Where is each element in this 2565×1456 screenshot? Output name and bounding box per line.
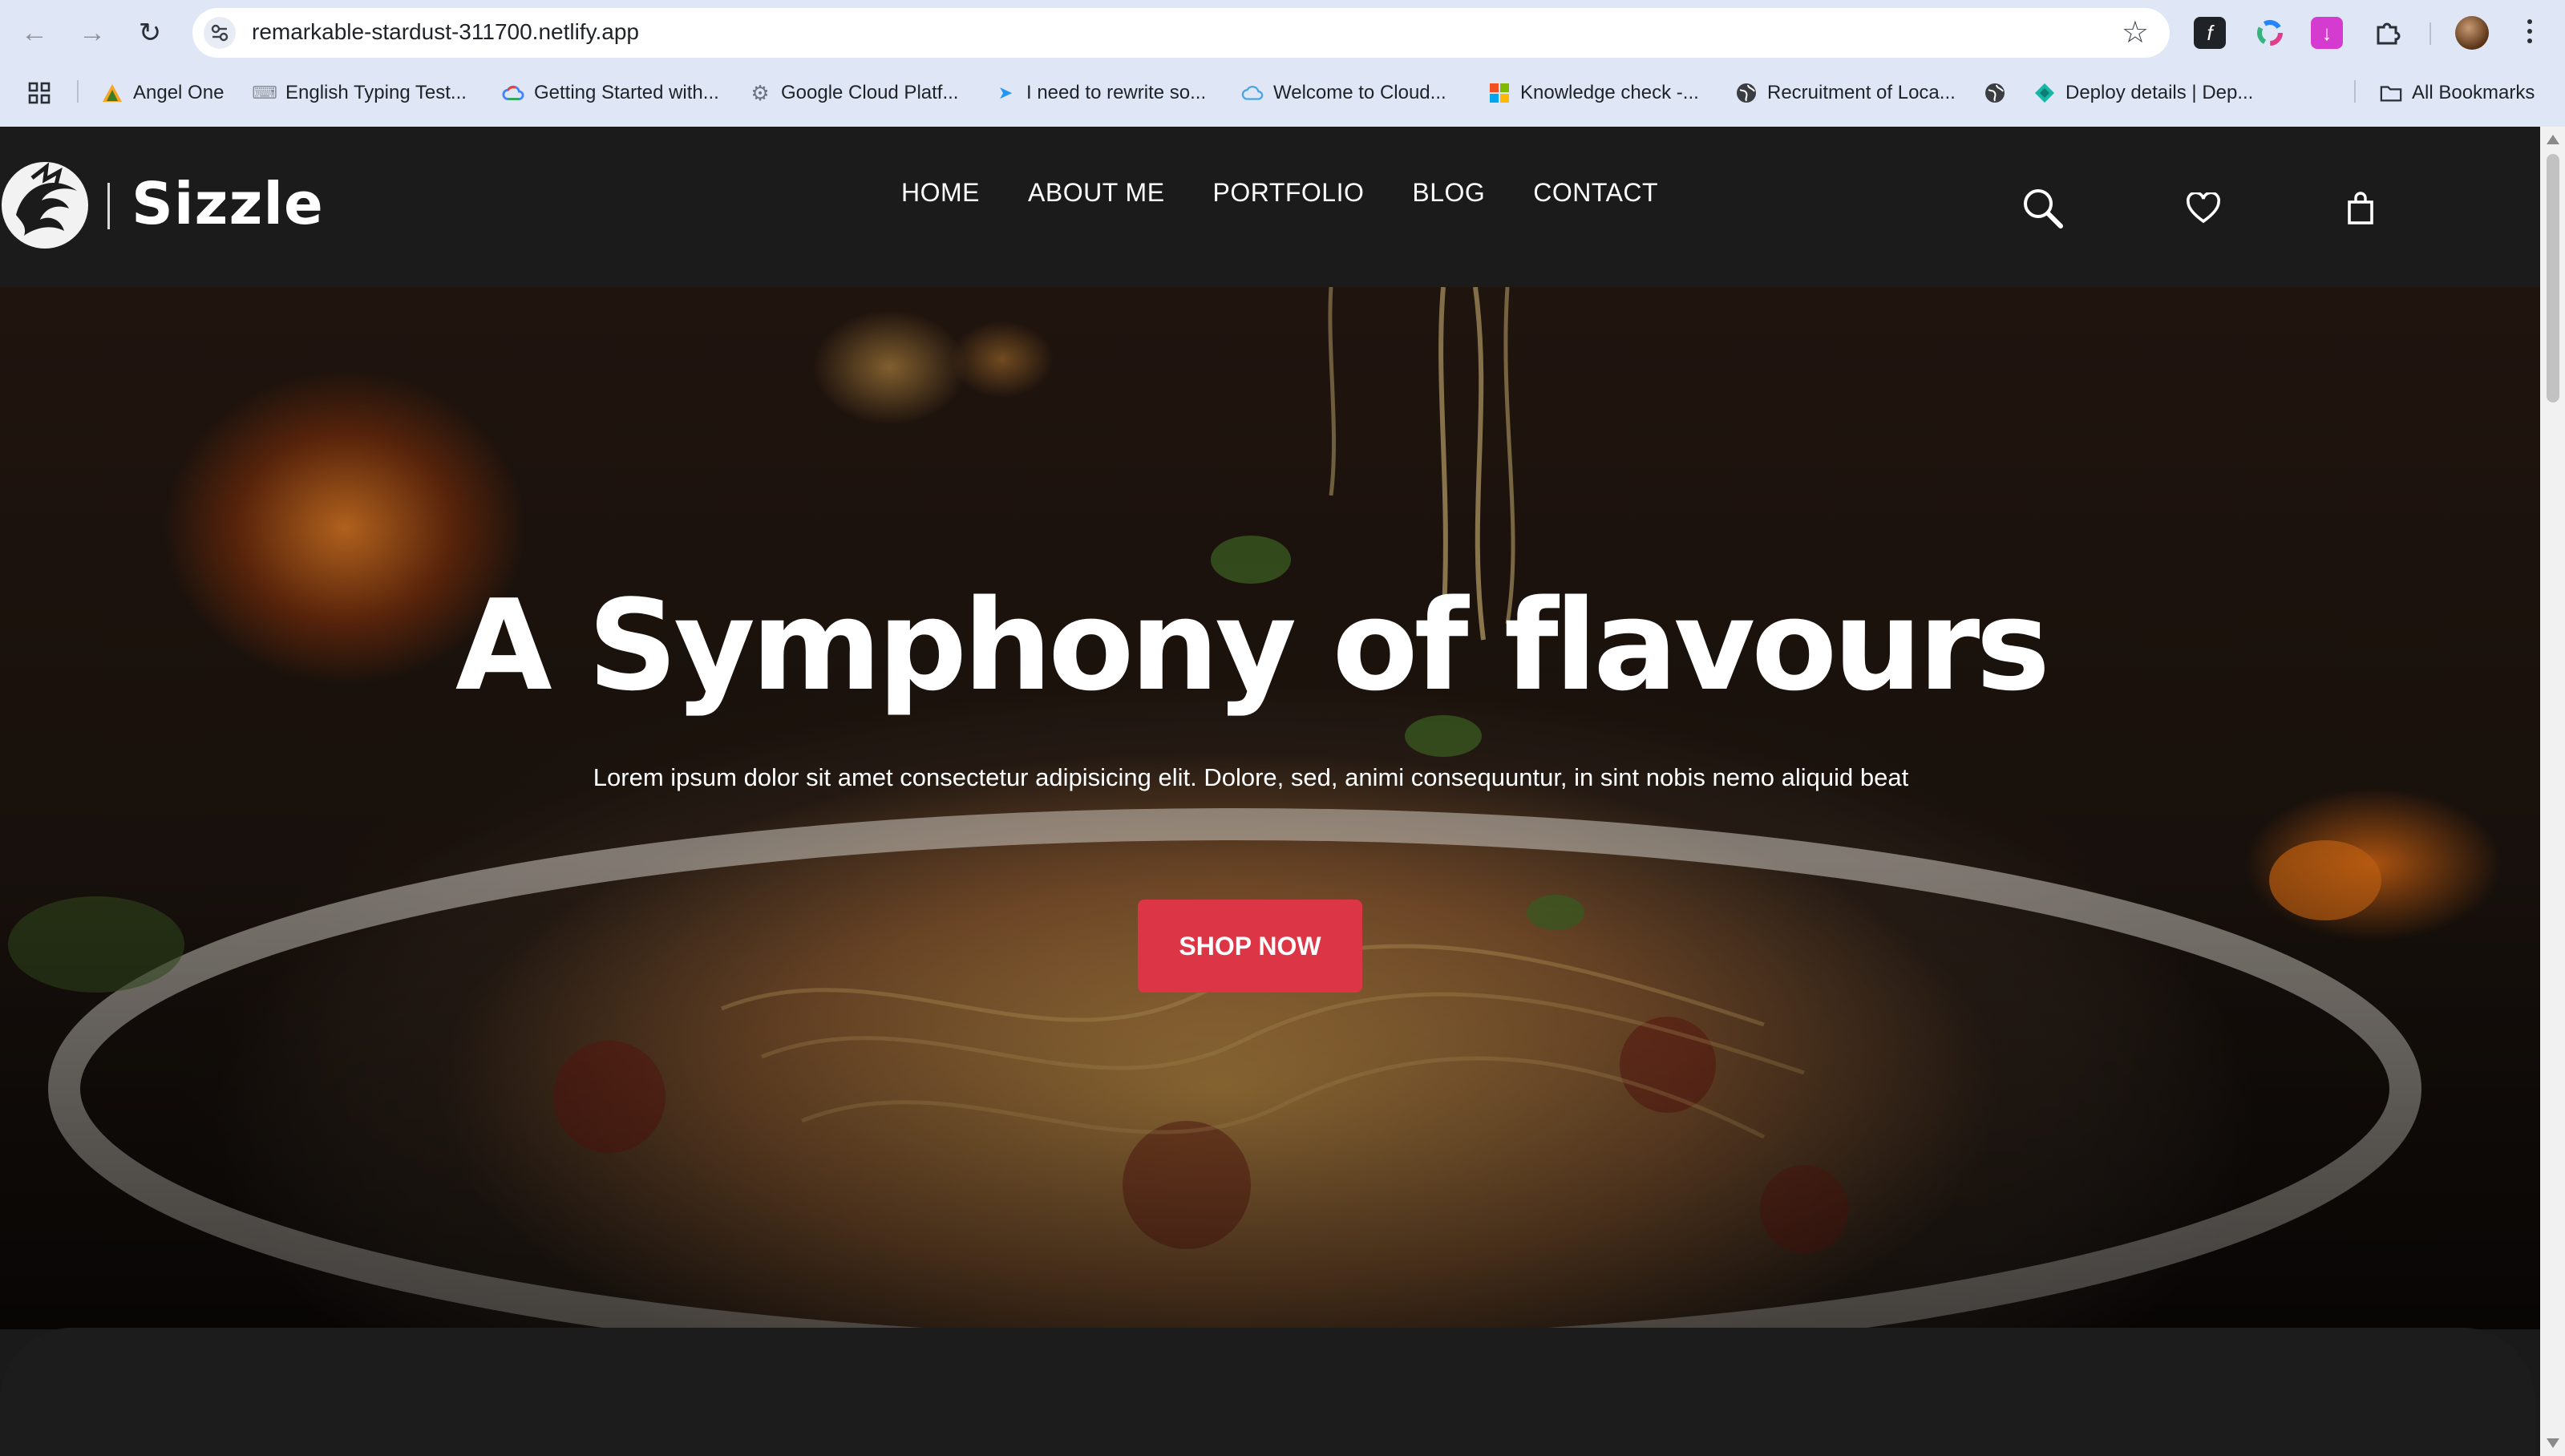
back-button[interactable]: ←: [14, 13, 55, 53]
bookmark-item[interactable]: [1984, 79, 2016, 107]
scroll-thumb[interactable]: [2547, 154, 2559, 402]
url-text[interactable]: remarkable-stardust-311700.netlify.app: [252, 19, 639, 45]
bookmark-item[interactable]: Welcome to Cloud...: [1241, 79, 1446, 107]
bookmark-item[interactable]: Knowledge check -...: [1488, 79, 1699, 107]
hero-overlay: [0, 287, 2540, 1329]
page-scrollbar[interactable]: [2540, 127, 2565, 1456]
shopping-bag-icon[interactable]: [2336, 184, 2385, 233]
font-extension-icon[interactable]: f: [2194, 17, 2226, 49]
bookmark-item[interactable]: Recruitment of Loca...: [1735, 79, 1956, 107]
rewrite-icon: ➤: [997, 83, 1013, 103]
bookmarks-bar: Angel One ⌨ English Typing Test... Getti…: [0, 71, 2565, 115]
cloud-platform-icon: ⚙: [750, 80, 770, 105]
nav-home[interactable]: HOME: [901, 178, 980, 208]
bookmark-item[interactable]: ➤ I need to rewrite so...: [994, 79, 1206, 107]
browser-toolbar: ← → ↻ remarkable-stardust-311700.netlify…: [0, 0, 2565, 66]
browser-menu-icon[interactable]: [2518, 11, 2542, 51]
bookmarks-divider: [2354, 80, 2356, 103]
browser-chrome: ← → ↻ remarkable-stardust-311700.netlify…: [0, 0, 2565, 127]
apps-grid-icon[interactable]: [27, 79, 51, 107]
hero-section: A Symphony of flavours Lorem ipsum dolor…: [0, 287, 2540, 1329]
site-info-icon[interactable]: [204, 17, 236, 49]
reload-icon: ↻: [138, 18, 162, 48]
bookmark-item[interactable]: Deploy details | Dep...: [2033, 79, 2253, 107]
nav-blog[interactable]: BLOG: [1412, 178, 1485, 208]
web-page: Sizzle HOME ABOUT ME PORTFOLIO BLOG CONT…: [0, 127, 2540, 1456]
download-extension-icon[interactable]: ↓: [2311, 17, 2343, 49]
typing-test-icon: ⌨: [252, 83, 277, 103]
scroll-up-icon[interactable]: [2547, 135, 2559, 144]
microsoft-icon: [1488, 82, 1511, 104]
bookmark-item[interactable]: ⌨ English Typing Test...: [252, 79, 467, 107]
hero-title: A Symphony of flavours: [455, 572, 2050, 718]
reload-button[interactable]: ↻: [130, 13, 170, 53]
nav-contact[interactable]: CONTACT: [1533, 178, 1658, 208]
angel-one-icon: [101, 82, 123, 104]
all-bookmarks-folder[interactable]: All Bookmarks: [2380, 79, 2535, 107]
globe-icon: [1984, 82, 2006, 104]
extensions-puzzle-icon[interactable]: [2369, 14, 2405, 51]
globe-icon: [1735, 82, 1758, 104]
hero-subtitle: Lorem ipsum dolor sit amet consectetur a…: [593, 763, 1909, 791]
search-icon[interactable]: [2019, 184, 2067, 233]
main-nav: HOME ABOUT ME PORTFOLIO BLOG CONTACT: [901, 178, 1658, 208]
forward-button[interactable]: →: [72, 13, 112, 53]
address-bar[interactable]: remarkable-stardust-311700.netlify.app ☆: [192, 8, 2170, 58]
bookmark-item[interactable]: Getting Started with...: [502, 79, 719, 107]
google-cloud-icon: [502, 82, 524, 104]
site-header: Sizzle HOME ABOUT ME PORTFOLIO BLOG CONT…: [0, 127, 2540, 287]
bookmark-item[interactable]: ⚙ Google Cloud Platf...: [749, 79, 958, 107]
cloud-icon: [1241, 82, 1264, 104]
brand-name[interactable]: Sizzle: [131, 170, 324, 237]
profile-avatar[interactable]: [2455, 16, 2489, 50]
toolbar-divider: [2429, 22, 2431, 45]
forward-arrow-icon: →: [79, 17, 106, 48]
logo-divider: [107, 183, 110, 229]
back-arrow-icon: ←: [21, 17, 48, 48]
netlify-icon: [2033, 82, 2056, 104]
bookmark-item[interactable]: Angel One: [101, 79, 224, 107]
nav-about-me[interactable]: ABOUT ME: [1028, 178, 1165, 208]
next-section-card: [0, 1328, 2535, 1456]
bookmarks-divider: [77, 80, 79, 103]
nav-portfolio[interactable]: PORTFOLIO: [1213, 178, 1365, 208]
color-extension-icon[interactable]: [2251, 14, 2288, 51]
heart-icon[interactable]: [2179, 184, 2227, 233]
shop-now-button[interactable]: SHOP NOW: [1138, 900, 1362, 993]
bookmark-star-icon[interactable]: ☆: [2122, 14, 2149, 51]
scroll-down-icon[interactable]: [2547, 1438, 2559, 1448]
dragon-logo-icon[interactable]: [0, 159, 90, 252]
folder-icon: [2380, 82, 2402, 104]
